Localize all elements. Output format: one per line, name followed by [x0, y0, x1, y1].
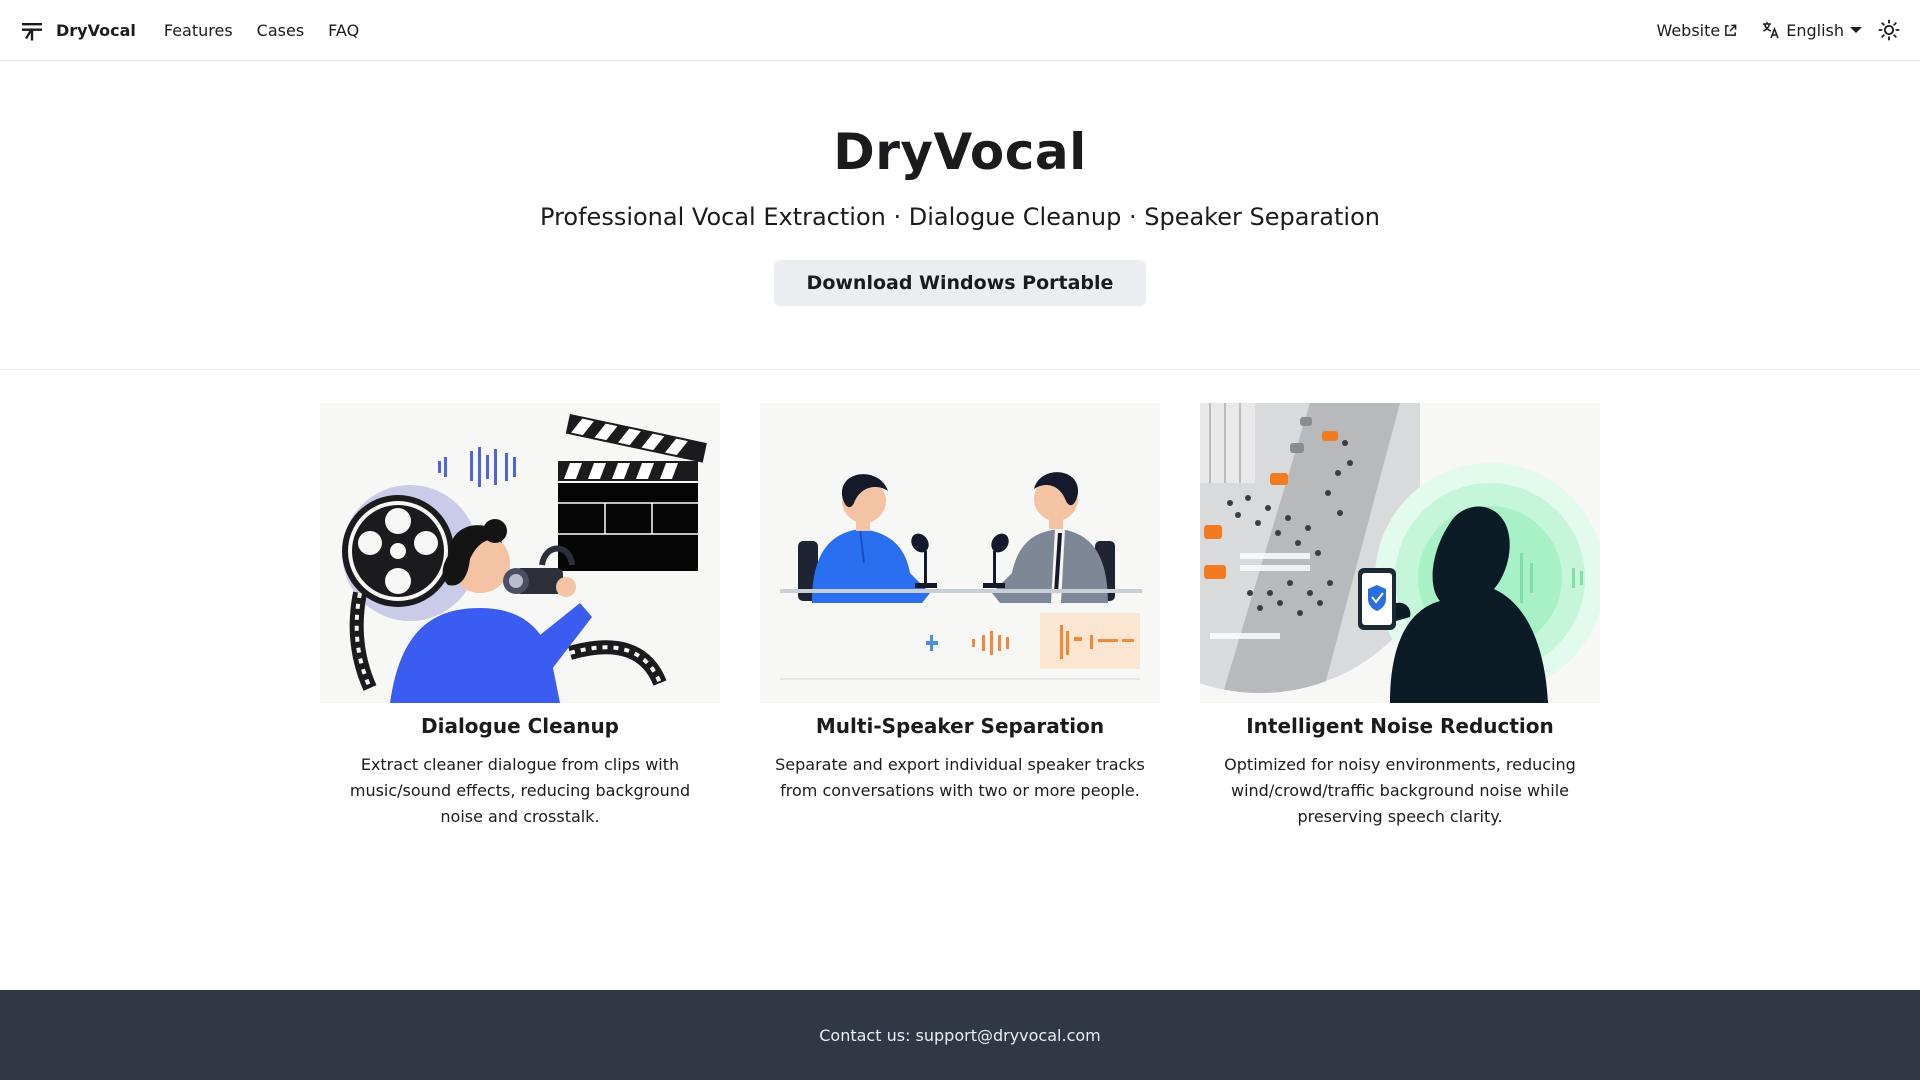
navbar: DryVocal Features Cases FAQ Website Engl… [0, 0, 1920, 61]
navbar-left: DryVocal Features Cases FAQ [20, 0, 383, 60]
hero-section: DryVocal Professional Vocal Extraction ·… [0, 61, 1920, 370]
footer: Contact us: support@dryvocal.com [0, 990, 1920, 1080]
dialogue-illustration [320, 403, 720, 703]
language-dropdown[interactable]: English [1761, 20, 1862, 40]
nav-link-cases[interactable]: Cases [257, 21, 305, 40]
feature-card-dialogue: Dialogue Cleanup Extract cleaner dialogu… [320, 403, 720, 830]
feature-description: Optimized for noisy environments, reduci… [1224, 755, 1576, 826]
noise-illustration [1200, 403, 1600, 703]
nav-link-faq[interactable]: FAQ [328, 21, 359, 40]
logo-icon[interactable] [20, 18, 44, 42]
feature-title: Multi-Speaker Separation [815, 714, 1105, 738]
feature-card-noise: Intelligent Noise Reduction Optimized fo… [1200, 403, 1600, 830]
navbar-right: Website English [1656, 0, 1900, 60]
hero-subtitle: Professional Vocal Extraction · Dialogue… [540, 203, 1380, 231]
hero-title: DryVocal [833, 123, 1087, 181]
brand-name[interactable]: DryVocal [56, 21, 136, 40]
website-label: Website [1656, 20, 1721, 40]
footer-contact[interactable]: Contact us: support@dryvocal.com [819, 1026, 1100, 1045]
feature-card-speakers: Multi-Speaker Separation Separate and ex… [760, 403, 1160, 804]
website-link[interactable]: Website [1656, 21, 1737, 40]
language-label: English [1786, 20, 1844, 40]
feature-title: Dialogue Cleanup [420, 714, 620, 738]
chevron-down-icon [1850, 27, 1862, 33]
feature-description: Extract cleaner dialogue from clips with… [349, 755, 691, 826]
theme-toggle[interactable] [1878, 19, 1900, 41]
speakers-illustration [760, 403, 1160, 703]
sun-icon [1878, 19, 1900, 41]
download-button[interactable]: Download Windows Portable [774, 260, 1146, 306]
external-link-icon [1725, 24, 1737, 36]
translate-icon [1763, 22, 1779, 39]
feature-description: Separate and export individual speaker t… [775, 755, 1145, 800]
feature-title: Intelligent Noise Reduction [1246, 714, 1554, 738]
nav-link-features[interactable]: Features [164, 21, 233, 40]
